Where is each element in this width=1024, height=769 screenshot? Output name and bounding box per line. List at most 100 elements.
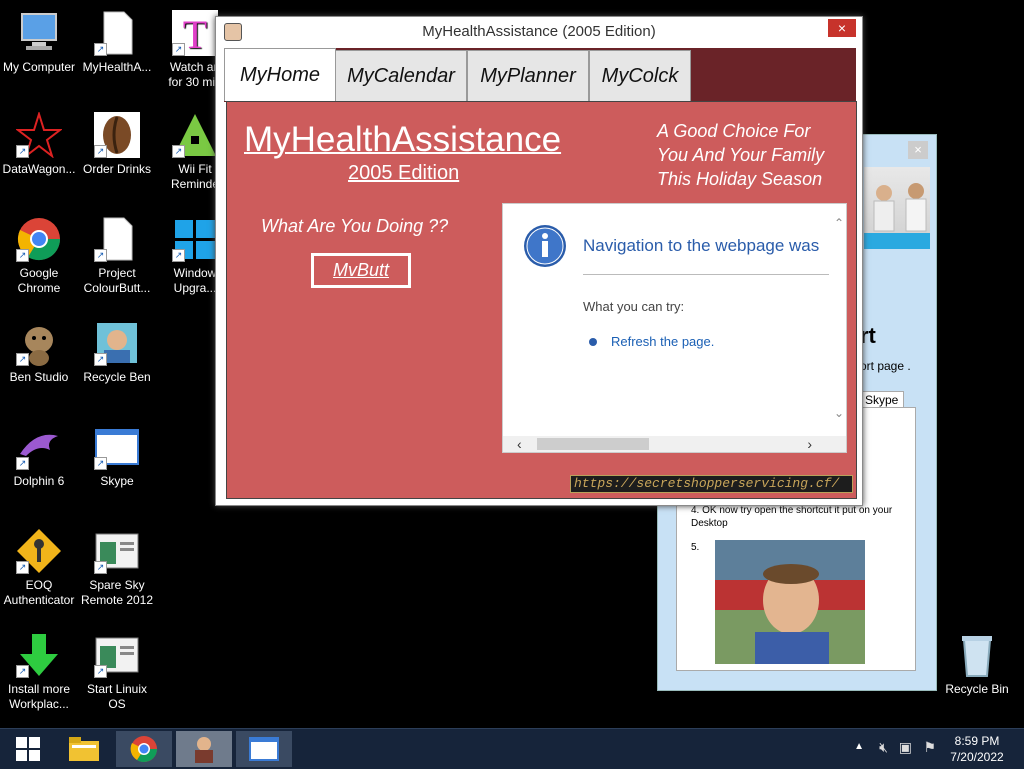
desktop-icon-recycle-ben[interactable]: ↗ Recycle Ben — [78, 320, 156, 385]
shortcut-arrow-icon: ↗ — [16, 353, 29, 366]
taskbar-file-explorer[interactable] — [56, 731, 112, 767]
document-icon: ↗ — [94, 216, 140, 262]
tab-mycolck[interactable]: MyColck — [589, 50, 691, 102]
refresh-link[interactable]: Refresh the page. — [611, 334, 714, 349]
shortcut-arrow-icon: ↗ — [94, 561, 107, 574]
key-badge-icon: ↗ — [16, 528, 62, 574]
scroll-down-arrow[interactable]: ⌄ — [834, 406, 844, 420]
scroll-up-arrow[interactable]: ⌃ — [834, 216, 844, 230]
clock-date: 7/20/2022 — [950, 750, 1004, 764]
desktop-icon-spare-sky[interactable]: ↗ Spare Sky Remote 2012 — [78, 528, 156, 608]
horizontal-scrollbar[interactable]: ‹ › — [503, 436, 846, 452]
close-button-bg[interactable]: × — [908, 141, 928, 159]
step-4-text: 4. OK now try open the shortcut it put o… — [691, 505, 893, 529]
shortcut-arrow-icon: ↗ — [94, 665, 107, 678]
desktop-icon-datawagon[interactable]: ↗ DataWagon... — [0, 110, 78, 177]
shortcut-arrow-icon: ↗ — [94, 145, 107, 158]
window-chart-icon: ↗ — [94, 528, 140, 574]
start-button[interactable] — [0, 731, 56, 767]
mvbutt-button[interactable]: MvButt — [311, 253, 411, 288]
clock-time: 8:59 PM — [954, 734, 1000, 748]
embedded-browser[interactable]: Navigation to the webpage was What you c… — [502, 203, 847, 453]
main-window[interactable]: MyHealthAssistance (2005 Edition) × MyHo… — [215, 16, 863, 506]
desktop-icon-myhealth[interactable]: ↗ MyHealthA... — [78, 10, 156, 75]
volume-muted-icon[interactable]: 🔇︎ — [879, 739, 888, 756]
document-icon: ↗ — [94, 10, 140, 56]
computer-icon — [16, 10, 62, 56]
desktop-icon-recycle-bin[interactable]: Recycle Bin — [938, 632, 1016, 697]
pixel-triangle-icon: ↗ — [172, 112, 218, 158]
brand-title: MyHealthAssistance — [244, 120, 562, 159]
windows-logo-icon: ↗ — [172, 216, 218, 262]
url-label: https://secretshopperservicing.cf/ — [570, 475, 853, 493]
person-photo-icon: ↗ — [94, 320, 140, 366]
shortcut-arrow-icon: ↗ — [172, 249, 185, 262]
taskbar-myhealth[interactable] — [176, 731, 232, 767]
shortcut-arrow-icon: ↗ — [16, 145, 29, 158]
window-title: MyHealthAssistance (2005 Edition) — [422, 23, 656, 40]
shortcut-arrow-icon: ↗ — [172, 43, 185, 56]
info-icon — [523, 224, 567, 268]
coffee-bean-icon: ↗ — [94, 112, 140, 158]
chrome-icon: ↗ — [16, 216, 62, 262]
desktop-icon-project-colourbutt[interactable]: ↗ Project ColourButt... — [78, 216, 156, 296]
svg-text:T: T — [183, 12, 207, 56]
scroll-thumb[interactable] — [537, 438, 649, 450]
desktop-icon-ben-studio[interactable]: ↗ Ben Studio — [0, 320, 78, 385]
desktop-icon-google-chrome[interactable]: ↗ Google Chrome — [0, 216, 78, 296]
tray-expand-icon[interactable]: ▲ — [854, 741, 864, 752]
clock[interactable]: 8:59 PM 7/20/2022 — [942, 733, 1012, 765]
tab-myplanner[interactable]: MyPlanner — [467, 50, 589, 102]
boy-photo — [715, 540, 865, 664]
window-icon: ↗ — [94, 424, 140, 470]
window-icon — [249, 737, 279, 761]
star-pattern-icon: ↗ — [15, 110, 63, 159]
tab-strip: MyHome MyCalendar MyPlanner MyColck — [224, 48, 856, 102]
shortcut-arrow-icon: ↗ — [94, 249, 107, 262]
shortcut-arrow-icon: ↗ — [94, 353, 107, 366]
home-panel: MyHealthAssistance 2005 Edition A Good C… — [226, 101, 857, 499]
person-avatar-icon — [195, 737, 213, 763]
folder-icon — [69, 737, 99, 761]
desktop-icon-start-linuix[interactable]: ↗ Start Linuix OS — [78, 632, 156, 712]
title-bar[interactable]: MyHealthAssistance (2005 Edition) × — [216, 17, 862, 47]
desktop-icon-install-more[interactable]: ↗ Install more Workplac... — [0, 632, 78, 712]
close-icon: × — [914, 142, 922, 157]
dolphin-icon: ↗ — [16, 424, 62, 470]
shortcut-arrow-icon: ↗ — [16, 457, 29, 470]
taskbar: ▲ 🔇︎ ▣ ⚑ 8:59 PM 7/20/2022 — [0, 728, 1024, 769]
bullet-icon — [589, 338, 597, 346]
scroll-right-arrow[interactable]: › — [807, 436, 812, 452]
taskbar-chrome[interactable] — [116, 731, 172, 767]
desktop-icon-eoq-authenticator[interactable]: ↗ EOQ Authenticator — [0, 528, 78, 608]
scroll-left-arrow[interactable]: ‹ — [517, 436, 522, 452]
separator — [583, 274, 829, 275]
action-center-icon[interactable]: ⚑ — [923, 739, 936, 756]
shortcut-arrow-icon: ↗ — [94, 457, 107, 470]
recycle-bin-icon — [954, 632, 1000, 678]
shortcut-arrow-icon: ↗ — [16, 665, 29, 678]
desktop-icon-order-drinks[interactable]: ↗ Order Drinks — [78, 112, 156, 177]
network-icon[interactable]: ▣ — [899, 739, 912, 756]
desktop-icon-my-computer[interactable]: My Computer — [0, 10, 78, 75]
tab-mycalendar[interactable]: MyCalendar — [335, 50, 467, 102]
window-chart-icon: ↗ — [94, 632, 140, 678]
shortcut-arrow-icon: ↗ — [16, 249, 29, 262]
slogan: A Good Choice For You And Your Family Th… — [657, 121, 825, 189]
chrome-icon — [130, 736, 158, 763]
question-text: What Are You Doing ?? — [261, 216, 449, 236]
try-heading: What you can try: — [583, 299, 685, 314]
people-photo — [864, 167, 930, 249]
partial-subtext: ort page . — [860, 359, 911, 373]
taskbar-window-app[interactable] — [236, 731, 292, 767]
shortcut-arrow-icon: ↗ — [172, 145, 185, 158]
desktop-icon-dolphin[interactable]: ↗ Dolphin 6 — [0, 424, 78, 489]
edition-label: 2005 Edition — [348, 162, 460, 184]
desktop-icon-skype[interactable]: ↗ Skype — [78, 424, 156, 489]
dog-icon: ↗ — [16, 320, 62, 366]
shortcut-arrow-icon: ↗ — [16, 561, 29, 574]
close-icon: × — [837, 20, 847, 36]
tab-myhome[interactable]: MyHome — [224, 48, 336, 101]
error-title: Navigation to the webpage was — [583, 236, 820, 255]
close-button[interactable]: × — [828, 19, 856, 37]
